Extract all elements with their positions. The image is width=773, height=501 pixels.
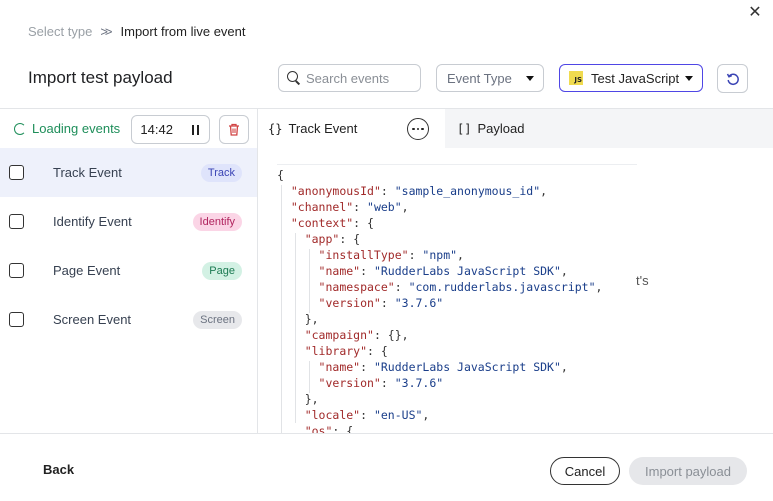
loading-label: Loading events	[32, 121, 121, 136]
timer-control: 14:42	[131, 115, 210, 144]
code-line: "locale": "en-US",	[304, 408, 430, 422]
spinner-icon	[14, 122, 26, 135]
divider	[0, 433, 773, 434]
breadcrumb-separator-icon: >>	[100, 24, 112, 39]
back-button[interactable]: Back	[43, 462, 74, 477]
refresh-button[interactable]	[717, 64, 748, 93]
event-list-pane: Loading events 14:42 Track Event Track I…	[0, 109, 258, 433]
search-input[interactable]	[306, 70, 414, 86]
braces-icon: {}	[268, 121, 283, 136]
event-badge: Page	[202, 261, 242, 280]
javascript-icon: JS	[569, 71, 583, 85]
event-type-select[interactable]: Event Type	[436, 64, 544, 92]
event-row-page[interactable]: Page Event Page	[0, 246, 257, 295]
chevron-down-icon	[526, 75, 534, 81]
code-line: "installType": "npm",	[318, 248, 464, 262]
checkbox[interactable]	[9, 165, 24, 180]
event-badge: Identify	[192, 212, 242, 231]
chevron-down-icon	[685, 76, 693, 81]
code-editor[interactable]: { "anonymousId": "sample_anonymous_id", …	[277, 164, 637, 433]
checkbox[interactable]	[9, 312, 24, 327]
event-name: Page Event	[53, 263, 121, 278]
loading-status: Loading events	[14, 121, 120, 136]
code-line: "version": "3.7.6"	[318, 376, 444, 390]
source-label: Test JavaScript	[591, 70, 680, 86]
breadcrumb-select-type[interactable]: Select type	[28, 24, 92, 39]
code-line: },	[277, 312, 319, 326]
tab-payload-label: Payload	[477, 121, 525, 136]
checkbox[interactable]	[9, 263, 24, 278]
more-icon[interactable]	[407, 118, 429, 140]
checkbox[interactable]	[9, 214, 24, 229]
search-box[interactable]	[278, 64, 421, 92]
event-row-identify[interactable]: Identify Event Identify	[0, 197, 257, 246]
breadcrumb: Select type >> Import from live event	[28, 24, 246, 39]
code-line: "os": {	[304, 424, 354, 433]
code-line: "name": "RudderLabs JavaScript SDK",	[318, 264, 568, 278]
event-badge: Screen	[193, 310, 242, 329]
event-type-label: Event Type	[447, 70, 512, 86]
code-line: "anonymousId": "sample_anonymous_id",	[290, 184, 548, 198]
event-badge: Track	[200, 163, 242, 182]
breadcrumb-current: Import from live event	[120, 24, 246, 39]
code-line: },	[277, 392, 319, 406]
close-icon[interactable]: ✕	[746, 4, 764, 22]
code-line: {	[277, 168, 284, 182]
code-line: "channel": "web",	[290, 200, 409, 214]
event-name: Track Event	[53, 165, 122, 180]
truncated-text: t's	[636, 273, 649, 288]
source-select[interactable]: JS Test JavaScript	[559, 64, 703, 92]
code-line: "library": {	[304, 344, 388, 358]
pause-icon[interactable]	[181, 116, 209, 143]
payload-pane: {} Track Event [] Payload { "anonymousId…	[258, 109, 773, 433]
code-line: "version": "3.7.6"	[318, 296, 444, 310]
tab-track-label: Track Event	[288, 121, 358, 136]
timer-value: 14:42	[140, 122, 173, 137]
event-row-track[interactable]: Track Event Track	[0, 148, 257, 197]
code-line: "namespace": "com.rudderlabs.javascript"…	[318, 280, 603, 294]
trash-icon	[229, 123, 239, 136]
event-name: Screen Event	[53, 312, 132, 327]
event-name: Identify Event	[53, 214, 132, 229]
code-line: "campaign": {},	[304, 328, 409, 342]
payload-tabs: {} Track Event [] Payload	[258, 109, 773, 148]
code-line: "app": {	[304, 232, 361, 246]
import-payload-button[interactable]: Import payload	[629, 457, 747, 485]
page-title: Import test payload	[28, 68, 173, 87]
event-list-toolbar: Loading events 14:42	[0, 109, 257, 148]
search-icon	[287, 71, 301, 85]
event-row-screen[interactable]: Screen Event Screen	[0, 295, 257, 344]
refresh-icon	[726, 73, 739, 85]
tab-payload[interactable]: [] Payload	[457, 109, 524, 148]
cancel-button[interactable]: Cancel	[550, 457, 620, 485]
code-line: "context": {	[290, 216, 374, 230]
brackets-icon: []	[457, 121, 472, 136]
code-line: "name": "RudderLabs JavaScript SDK",	[318, 360, 568, 374]
delete-button[interactable]	[219, 115, 249, 144]
